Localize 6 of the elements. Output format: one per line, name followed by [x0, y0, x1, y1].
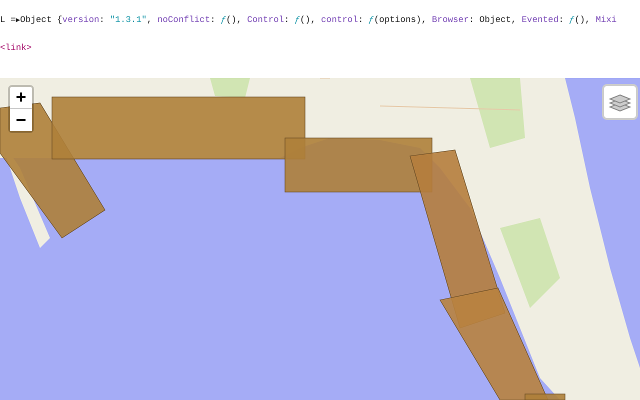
zoom-out-button[interactable]: − — [10, 109, 32, 131]
variable-name: L = — [0, 14, 16, 28]
element-tag: <link> — [0, 42, 32, 56]
layers-button[interactable] — [602, 84, 638, 120]
object-preview: Object {version: "1.3.1", noConflict: ƒ(), Control: ƒ(), control: ƒ(options), Browser: Object, Evented: ƒ(), Mixi — [20, 14, 617, 28]
zoom-in-button[interactable]: + — [10, 87, 32, 109]
